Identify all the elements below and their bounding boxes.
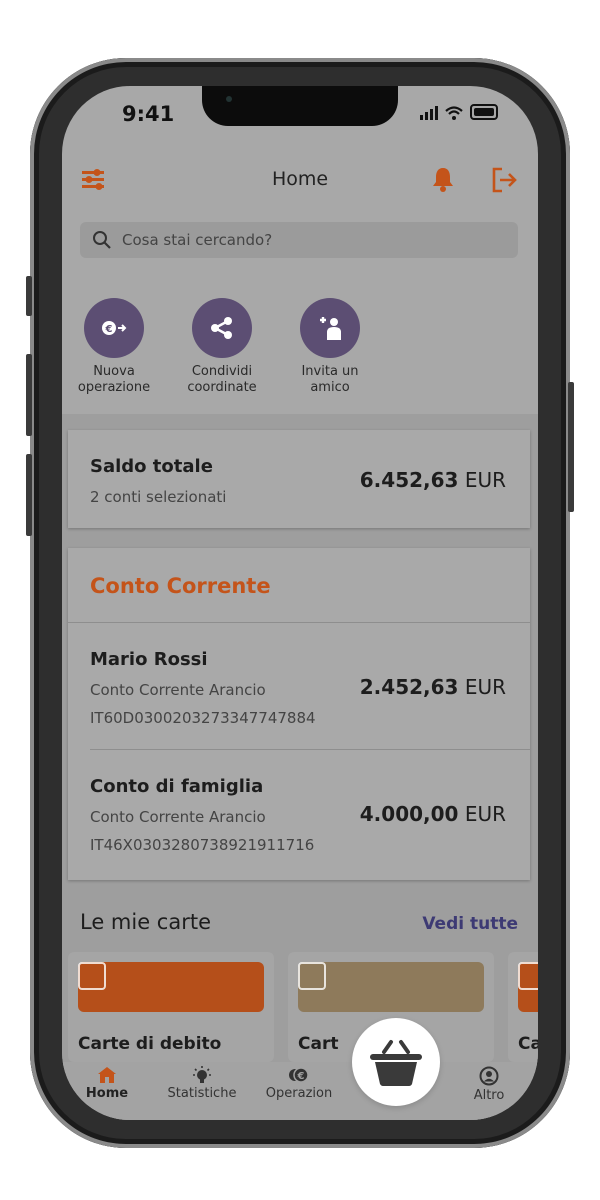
wifi-icon	[445, 106, 463, 120]
quick-action-label: Nuova operazione	[77, 364, 151, 395]
account-section-title: Conto Corrente	[90, 574, 271, 598]
amount-currency: EUR	[464, 675, 506, 699]
account-type: Conto Corrente Arancio	[90, 808, 266, 826]
lion-logo-icon	[298, 962, 326, 990]
total-balance-title: Saldo totale	[90, 456, 213, 477]
euro-transfer-icon: €	[84, 298, 144, 358]
card-tile-debit[interactable]: Carte di debito	[68, 952, 274, 1062]
power-button	[568, 382, 574, 512]
app-header: Home	[62, 160, 538, 200]
profile-icon	[479, 1066, 499, 1086]
card-name: Cart	[298, 1034, 339, 1054]
camera	[226, 96, 232, 102]
total-balance-card[interactable]: Saldo totale 2 conti selezionati 6.452,6…	[68, 430, 530, 528]
tab-home[interactable]: Home	[62, 1066, 152, 1101]
svg-text:€: €	[105, 324, 113, 335]
tab-statistics[interactable]: Statistiche	[157, 1066, 247, 1101]
tab-other[interactable]: Altro	[444, 1066, 534, 1103]
quick-action-label: Condividi coordinate	[187, 364, 257, 395]
quick-action-label: Invita un amico	[301, 364, 359, 395]
status-time: 9:41	[122, 102, 175, 126]
account-row[interactable]: Conto di famiglia Conto Corrente Arancio…	[68, 750, 530, 880]
volume-down-button	[26, 454, 32, 536]
cards-section-title: Le mie carte	[80, 910, 212, 934]
amount-value: 2.452,63	[359, 675, 459, 699]
total-balance-amount: 6.452,63 EUR	[360, 468, 506, 492]
status-icons	[420, 104, 498, 120]
account-iban: IT60D0300203273347747884	[90, 709, 316, 727]
amount-value: 4.000,00	[359, 802, 459, 826]
amount-currency: EUR	[464, 468, 506, 492]
quick-action-new-operation[interactable]: € Nuova operazione	[72, 298, 156, 396]
card-tile[interactable]: Ca	[508, 952, 538, 1062]
home-icon	[98, 1067, 116, 1083]
tab-label: Altro	[473, 1088, 505, 1103]
account-amount: 4.000,00 EUR	[360, 802, 506, 826]
add-friend-icon	[300, 298, 360, 358]
signal-icon	[420, 106, 438, 120]
account-section-card: Conto Corrente Mario Rossi Conto Corrent…	[68, 548, 530, 880]
account-iban: IT46X0303280738921911716	[90, 836, 315, 854]
account-type: Conto Corrente Arancio	[90, 681, 266, 699]
account-row[interactable]: Mario Rossi Conto Corrente Arancio IT60D…	[68, 623, 530, 749]
search-bar[interactable]: Cosa stai cercando?	[80, 222, 518, 258]
card-name: Carte di debito	[78, 1034, 222, 1054]
tab-label: Statistiche	[167, 1086, 237, 1101]
phone-screen: 9:41 Home Cosa stai cercando? € Nuova op…	[62, 86, 538, 1120]
basket-icon	[370, 1040, 422, 1086]
quick-action-invite-friend[interactable]: Invita un amico	[288, 298, 372, 396]
battery-icon	[470, 104, 498, 120]
tab-label: Operazion	[265, 1086, 333, 1101]
amount-currency: EUR	[464, 802, 506, 826]
euro-coins-icon: €	[289, 1067, 309, 1083]
amount-value: 6.452,63	[359, 468, 459, 492]
lion-logo-icon	[518, 962, 538, 990]
svg-text:€: €	[297, 1071, 305, 1082]
tab-bar: Home Statistiche € Operazion Altro	[62, 1062, 538, 1120]
account-name: Mario Rossi	[90, 649, 208, 670]
lightbulb-icon	[193, 1066, 211, 1083]
notch	[202, 86, 398, 126]
logout-icon[interactable]	[490, 166, 518, 194]
quick-action-share-details[interactable]: Condividi coordinate	[180, 298, 264, 396]
page-title: Home	[271, 168, 329, 190]
see-all-link[interactable]: Vedi tutte	[422, 914, 518, 934]
volume-up-button	[26, 354, 32, 436]
total-balance-subtitle: 2 conti selezionati	[90, 488, 227, 506]
card-name: Ca	[518, 1034, 538, 1054]
basket-button[interactable]	[352, 1018, 440, 1106]
tab-operations[interactable]: € Operazion	[254, 1066, 344, 1101]
account-amount: 2.452,63 EUR	[360, 675, 506, 699]
search-icon	[93, 231, 111, 249]
mute-switch	[26, 276, 32, 316]
lion-logo-icon	[78, 962, 106, 990]
notification-bell-icon[interactable]	[432, 166, 454, 192]
search-placeholder: Cosa stai cercando?	[122, 231, 273, 249]
share-icon	[192, 298, 252, 358]
tab-label: Home	[85, 1086, 129, 1101]
account-name: Conto di famiglia	[90, 776, 264, 797]
